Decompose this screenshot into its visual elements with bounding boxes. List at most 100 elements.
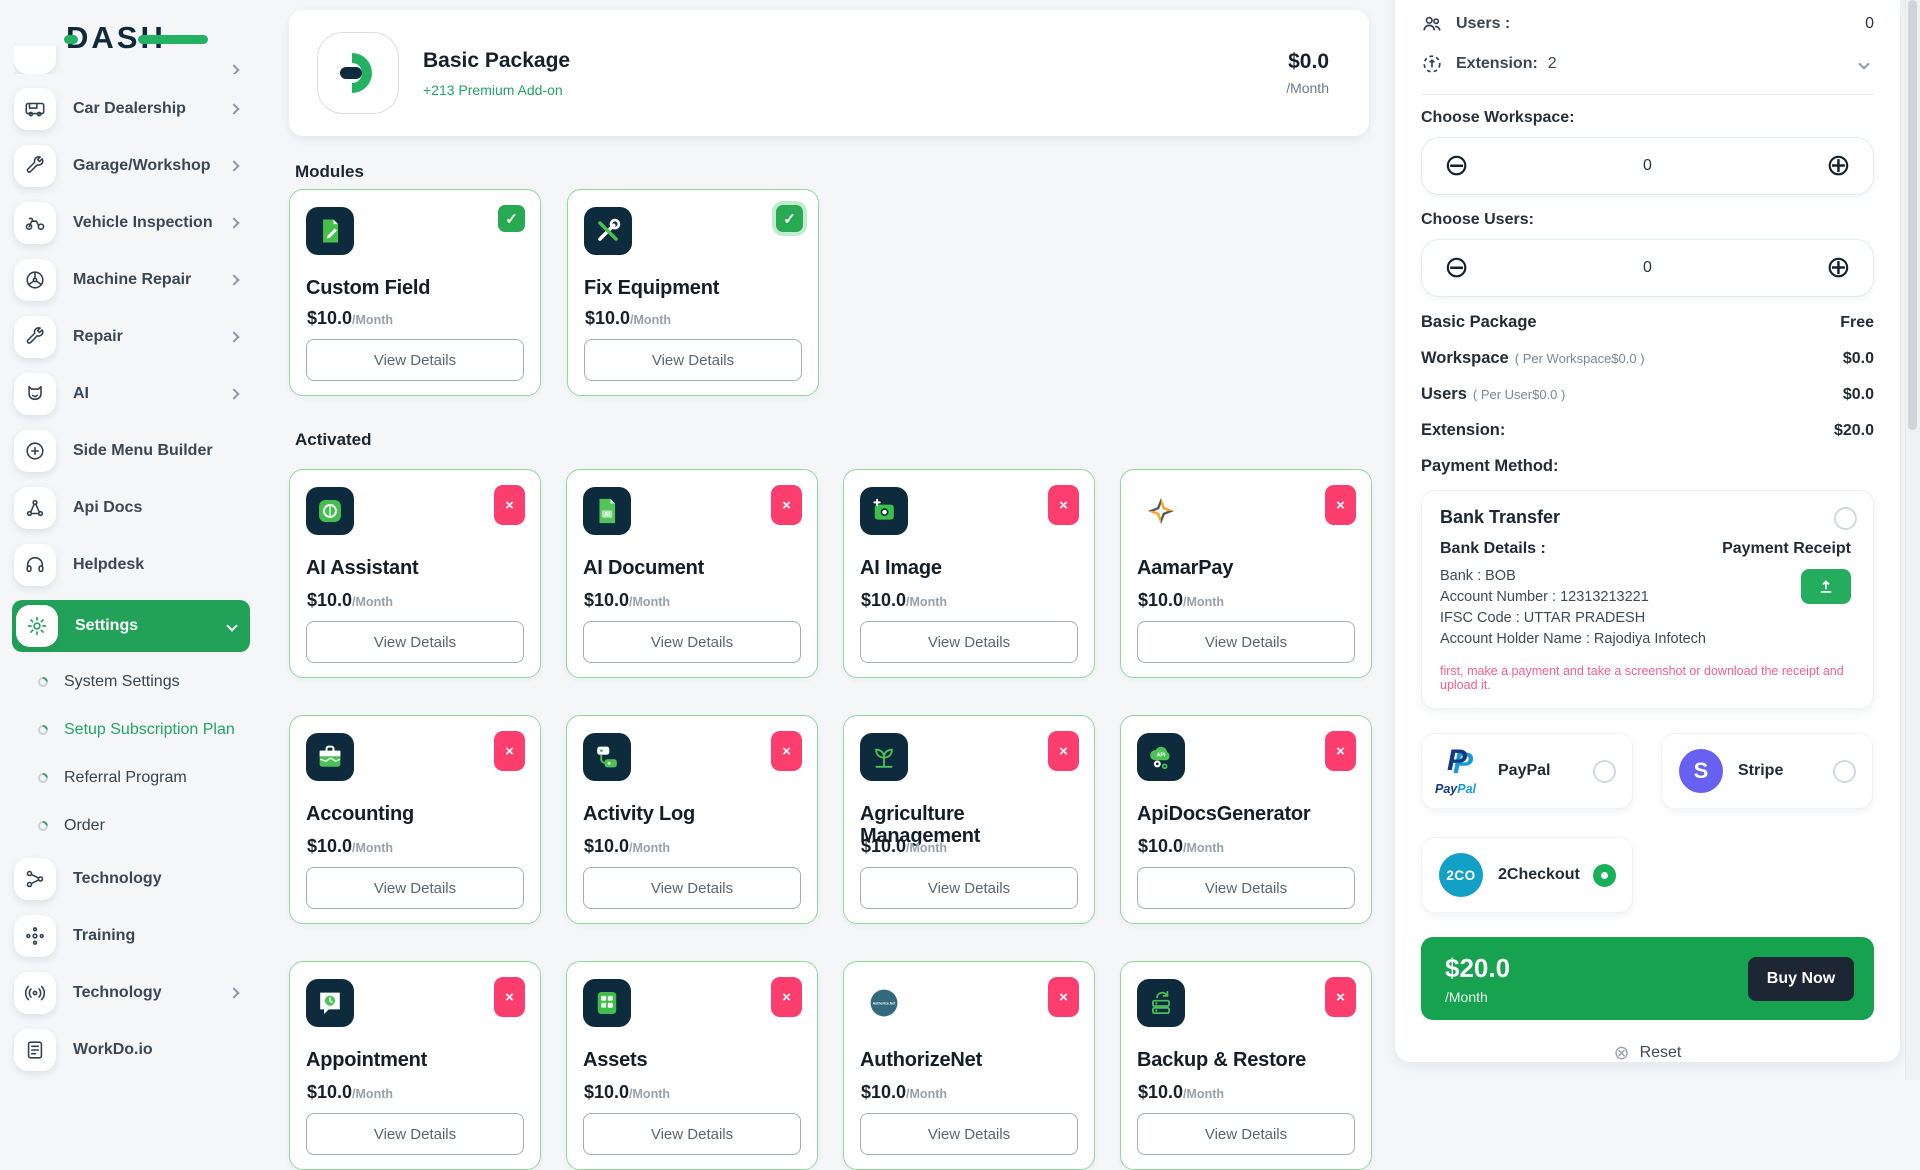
addon-price-row: $10.0/Month xyxy=(1138,590,1224,611)
deactivate-addon-button[interactable]: × xyxy=(1048,731,1079,771)
sidebar-item-label: Technology xyxy=(73,984,162,1002)
sidebar-item-technology[interactable]: Technology xyxy=(14,857,246,901)
addon-title: AamarPay xyxy=(1137,557,1355,579)
addon-card-apidocsgenerator: API×ApiDocsGenerator$10.0/MonthView Deta… xyxy=(1120,715,1372,924)
headset-icon xyxy=(14,544,56,586)
addon-card-agriculture-management: ×Agriculture Management$10.0/MonthView D… xyxy=(843,715,1095,924)
users-minus-button[interactable]: ⊖ xyxy=(1444,253,1469,283)
module-card-custom-field: ✓Custom Field$10.0/MonthView Details xyxy=(289,189,541,396)
sidebar-subitem-order[interactable]: Order xyxy=(14,809,246,843)
addon-title: Appointment xyxy=(306,1049,524,1071)
addon-price: $10.0 xyxy=(307,836,352,857)
view-details-button[interactable]: View Details xyxy=(306,1113,524,1155)
sidebar-item-workdo-io[interactable]: WorkDo.io xyxy=(14,1028,246,1072)
view-details-button[interactable]: View Details xyxy=(583,621,801,663)
addon-card-ai-assistant: ×AI Assistant$10.0/MonthView Details xyxy=(289,469,541,678)
view-details-button[interactable]: View Details xyxy=(306,621,524,663)
view-details-button[interactable]: View Details xyxy=(860,867,1078,909)
gateway-name: PayPal xyxy=(1498,762,1550,780)
gateway-card-2checkout[interactable]: 2CO2Checkout xyxy=(1421,837,1633,913)
module-enabled-checkbox[interactable]: ✓ xyxy=(776,205,803,232)
view-details-button[interactable]: View Details xyxy=(1137,621,1355,663)
view-details-button[interactable]: View Details xyxy=(583,867,801,909)
chevron-right-icon xyxy=(228,274,239,285)
sidebar-item-settings[interactable]: Settings xyxy=(12,600,250,652)
deactivate-addon-button[interactable]: × xyxy=(494,731,525,771)
deactivate-addon-button[interactable]: × xyxy=(1325,485,1356,525)
deactivate-addon-button[interactable]: × xyxy=(494,485,525,525)
sidebar-item-helpdesk[interactable]: Helpdesk xyxy=(14,543,246,587)
subitem-bullet-icon xyxy=(36,771,50,785)
activated-grid: ×AI Assistant$10.0/MonthView DetailsAI×A… xyxy=(289,469,1372,1170)
sidebar-item-label: Helpdesk xyxy=(73,556,144,574)
view-details-button[interactable]: View Details xyxy=(583,1113,801,1155)
sidebar-item-label: Technology xyxy=(73,870,162,888)
sidebar-item-api-docs[interactable]: Api Docs xyxy=(14,486,246,530)
extension-icon xyxy=(1421,53,1443,75)
workspace-plus-button[interactable]: ⊕ xyxy=(1826,151,1851,181)
users-plus-button[interactable]: ⊕ xyxy=(1826,253,1851,283)
scrollbar-thumb[interactable] xyxy=(1908,0,1917,430)
activated-heading: Activated xyxy=(295,430,372,450)
gateway-radio[interactable] xyxy=(1833,760,1856,783)
buy-now-button[interactable]: Buy Now xyxy=(1748,957,1854,1001)
deactivate-addon-button[interactable]: × xyxy=(1325,731,1356,771)
sidebar-item-hidden[interactable] xyxy=(14,46,246,74)
bank-detail-line: IFSC Code : UTTAR PRADESH xyxy=(1440,608,1770,629)
sidebar-item-side-menu-builder[interactable]: Side Menu Builder xyxy=(14,429,246,473)
apidocs-icon: API xyxy=(1137,733,1185,781)
addon-price: $10.0 xyxy=(307,308,352,329)
upload-receipt-button[interactable] xyxy=(1801,569,1851,604)
sidebar-item-ai[interactable]: AI xyxy=(14,372,246,416)
users-row: Users : 0 xyxy=(1421,4,1874,44)
sidebar-item-repair[interactable]: Repair xyxy=(14,315,246,359)
bank-transfer-card[interactable]: Bank Transfer Bank Details : Payment Rec… xyxy=(1421,490,1874,709)
view-details-button[interactable]: View Details xyxy=(306,339,524,381)
view-details-button[interactable]: View Details xyxy=(860,1113,1078,1155)
sidebar-subitem-referral-program[interactable]: Referral Program xyxy=(14,761,246,795)
module-enabled-checkbox[interactable]: ✓ xyxy=(498,205,525,232)
ai-image-icon xyxy=(860,487,908,535)
addon-card-backup-restore: ×Backup & Restore$10.0/MonthView Details xyxy=(1120,961,1372,1170)
package-addon-count[interactable]: +213 Premium Add-on xyxy=(423,82,570,98)
gateway-card-stripe[interactable]: SStripe xyxy=(1661,733,1873,809)
sidebar-item-vehicle-inspection[interactable]: Vehicle Inspection xyxy=(14,201,246,245)
view-details-button[interactable]: View Details xyxy=(1137,1113,1355,1155)
gateway-radio[interactable] xyxy=(1593,760,1616,783)
sidebar-item-training[interactable]: Training xyxy=(14,914,246,958)
deactivate-addon-button[interactable]: × xyxy=(1048,485,1079,525)
sidebar-subitem-system-settings[interactable]: System Settings xyxy=(14,665,246,699)
deactivate-addon-button[interactable]: × xyxy=(771,731,802,771)
view-details-button[interactable]: View Details xyxy=(1137,867,1355,909)
extension-row[interactable]: Extension: 2 xyxy=(1421,44,1874,84)
subitem-bullet-icon xyxy=(36,675,50,689)
sidebar-item-machine-repair[interactable]: Machine Repair xyxy=(14,258,246,302)
package-price: $0.0 xyxy=(1286,50,1329,74)
svg-text:API: API xyxy=(1157,753,1166,759)
view-details-button[interactable]: View Details xyxy=(860,621,1078,663)
sidebar-item-car-dealership[interactable]: Car Dealership xyxy=(14,87,246,131)
deactivate-addon-button[interactable]: × xyxy=(1325,977,1356,1017)
deactivate-addon-button[interactable]: × xyxy=(1048,977,1079,1017)
extension-chevron-down-icon[interactable] xyxy=(1858,58,1869,69)
gateway-radio-selected[interactable] xyxy=(1593,864,1616,887)
view-details-button[interactable]: View Details xyxy=(306,867,524,909)
modules-heading: Modules xyxy=(295,162,364,182)
deactivate-addon-button[interactable]: × xyxy=(771,977,802,1017)
addon-price-row: $10.0/Month xyxy=(307,590,393,611)
blank-icon xyxy=(14,46,56,74)
bank-transfer-radio[interactable] xyxy=(1834,507,1857,530)
workspace-minus-button[interactable]: ⊖ xyxy=(1444,151,1469,181)
deactivate-addon-button[interactable]: × xyxy=(771,485,802,525)
sidebar-item-technology[interactable]: Technology xyxy=(14,971,246,1015)
pricing-value: $0.0 xyxy=(1843,386,1874,404)
reset-button[interactable]: ⊗ Reset xyxy=(1421,1042,1874,1064)
sidebar-item-garage-workshop[interactable]: Garage/Workshop xyxy=(14,144,246,188)
sidebar-subitem-setup-subscription-plan[interactable]: Setup Subscription Plan xyxy=(14,713,246,747)
gateway-card-paypal[interactable]: PPPayPalPayPal xyxy=(1421,733,1633,809)
sidebar-item-label: Garage/Workshop xyxy=(73,157,211,175)
view-details-button[interactable]: View Details xyxy=(584,339,802,381)
page-scrollbar[interactable] xyxy=(1905,0,1920,1080)
deactivate-addon-button[interactable]: × xyxy=(494,977,525,1017)
addon-price: $10.0 xyxy=(1138,836,1183,857)
